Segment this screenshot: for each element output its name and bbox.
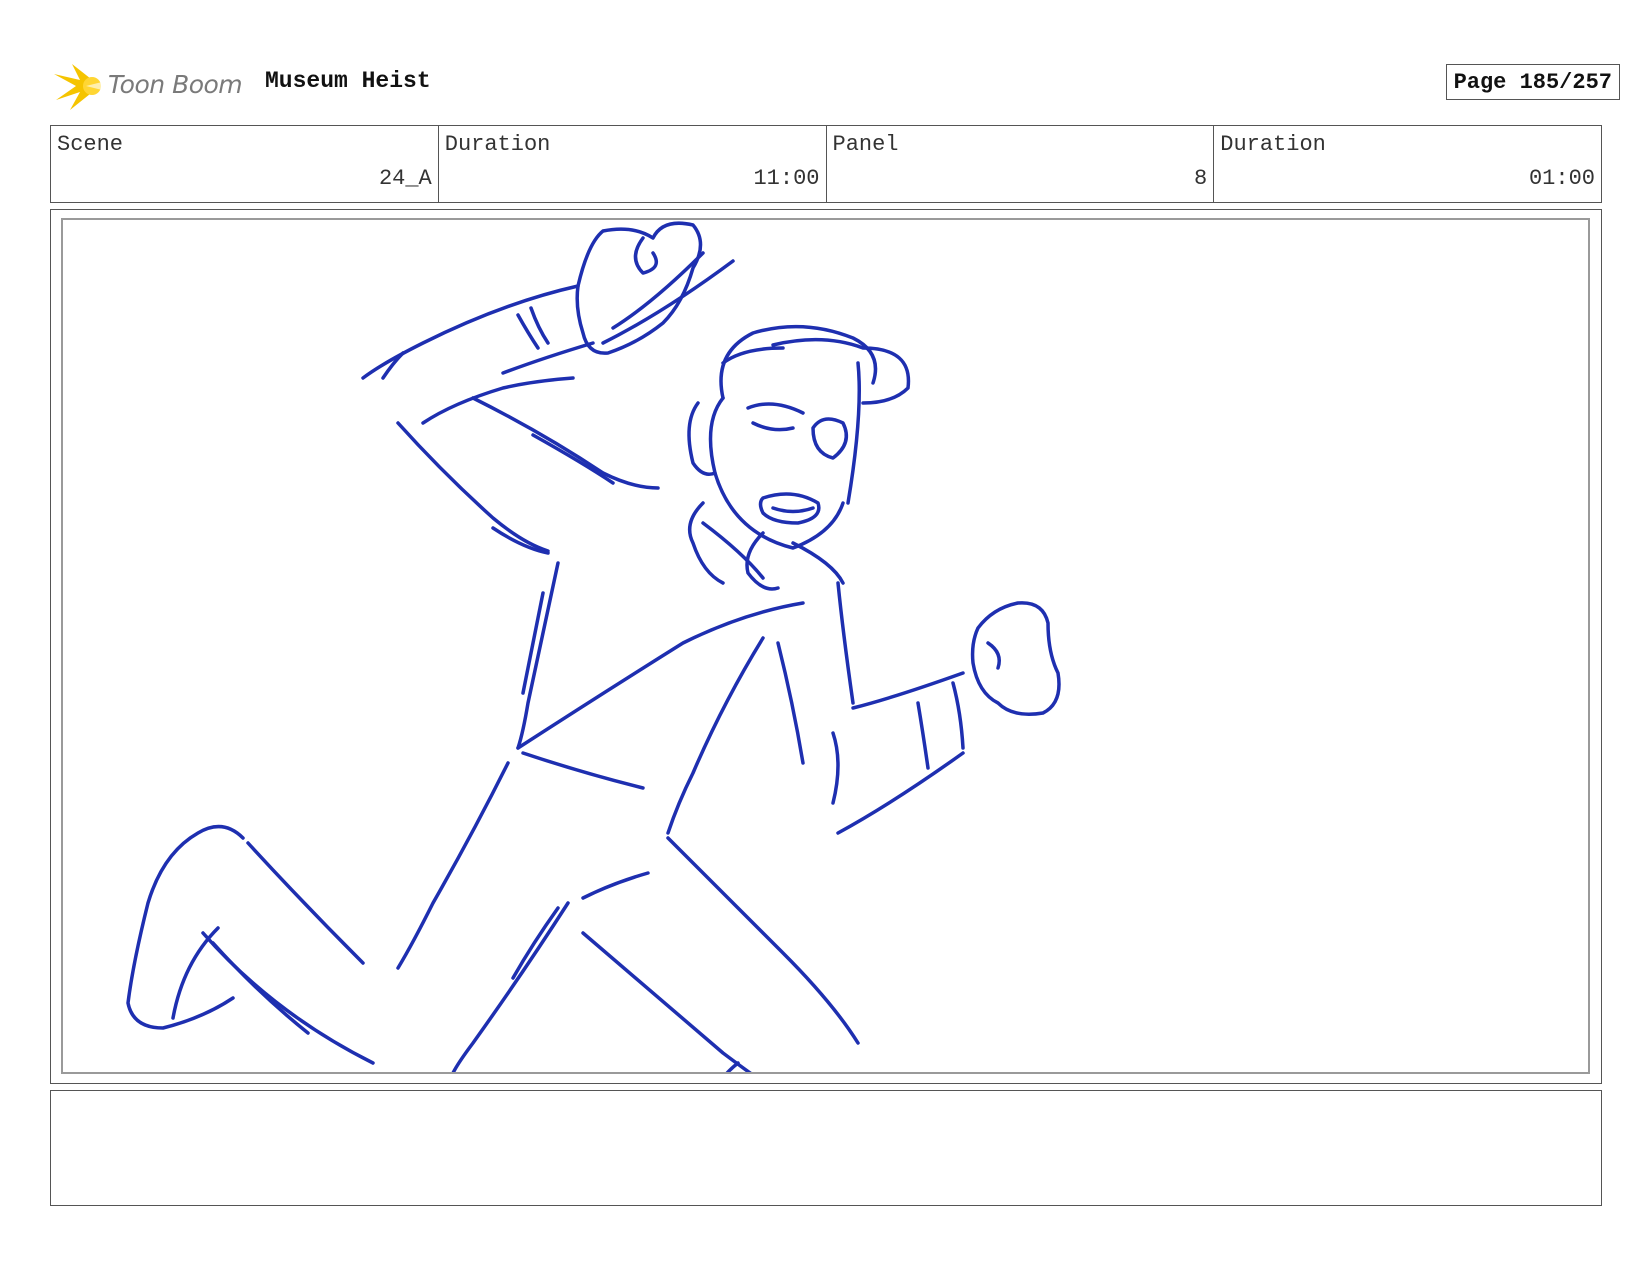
panel-duration-value: 01:00 [1528, 166, 1595, 191]
scene-value: 24_A [378, 166, 432, 191]
panel-frame [61, 218, 1590, 1074]
storyboard-panel [50, 209, 1602, 1084]
panel-duration-cell: Duration 01:00 [1213, 126, 1601, 202]
logo-text: Toon Boom [108, 70, 243, 99]
page-number: Page 185/257 [1445, 64, 1620, 100]
scene-label: Scene [57, 132, 124, 157]
starburst-logo-icon [54, 64, 102, 110]
panel-value: 8 [1194, 166, 1208, 191]
panel-label: Panel [832, 132, 899, 157]
scene-info-table: Scene 24_A Duration 11:00 Panel 8 Durati… [50, 125, 1602, 203]
project-title: Museum Heist [265, 68, 431, 94]
panel-notes [50, 1090, 1602, 1206]
scene-duration-cell: Duration 11:00 [437, 126, 826, 202]
panel-cell: Panel 8 [825, 126, 1214, 202]
storyboard-header: Toon Boom Museum Heist Page 185/257 [50, 56, 1620, 110]
character-sketch [126, 221, 1061, 1072]
toon-boom-logo: Toon Boom [50, 60, 245, 110]
scene-cell: Scene 24_A [51, 126, 438, 202]
scene-duration-value: 11:00 [753, 166, 820, 191]
scene-duration-label: Duration [444, 132, 551, 157]
panel-duration-label: Duration [1220, 132, 1326, 157]
